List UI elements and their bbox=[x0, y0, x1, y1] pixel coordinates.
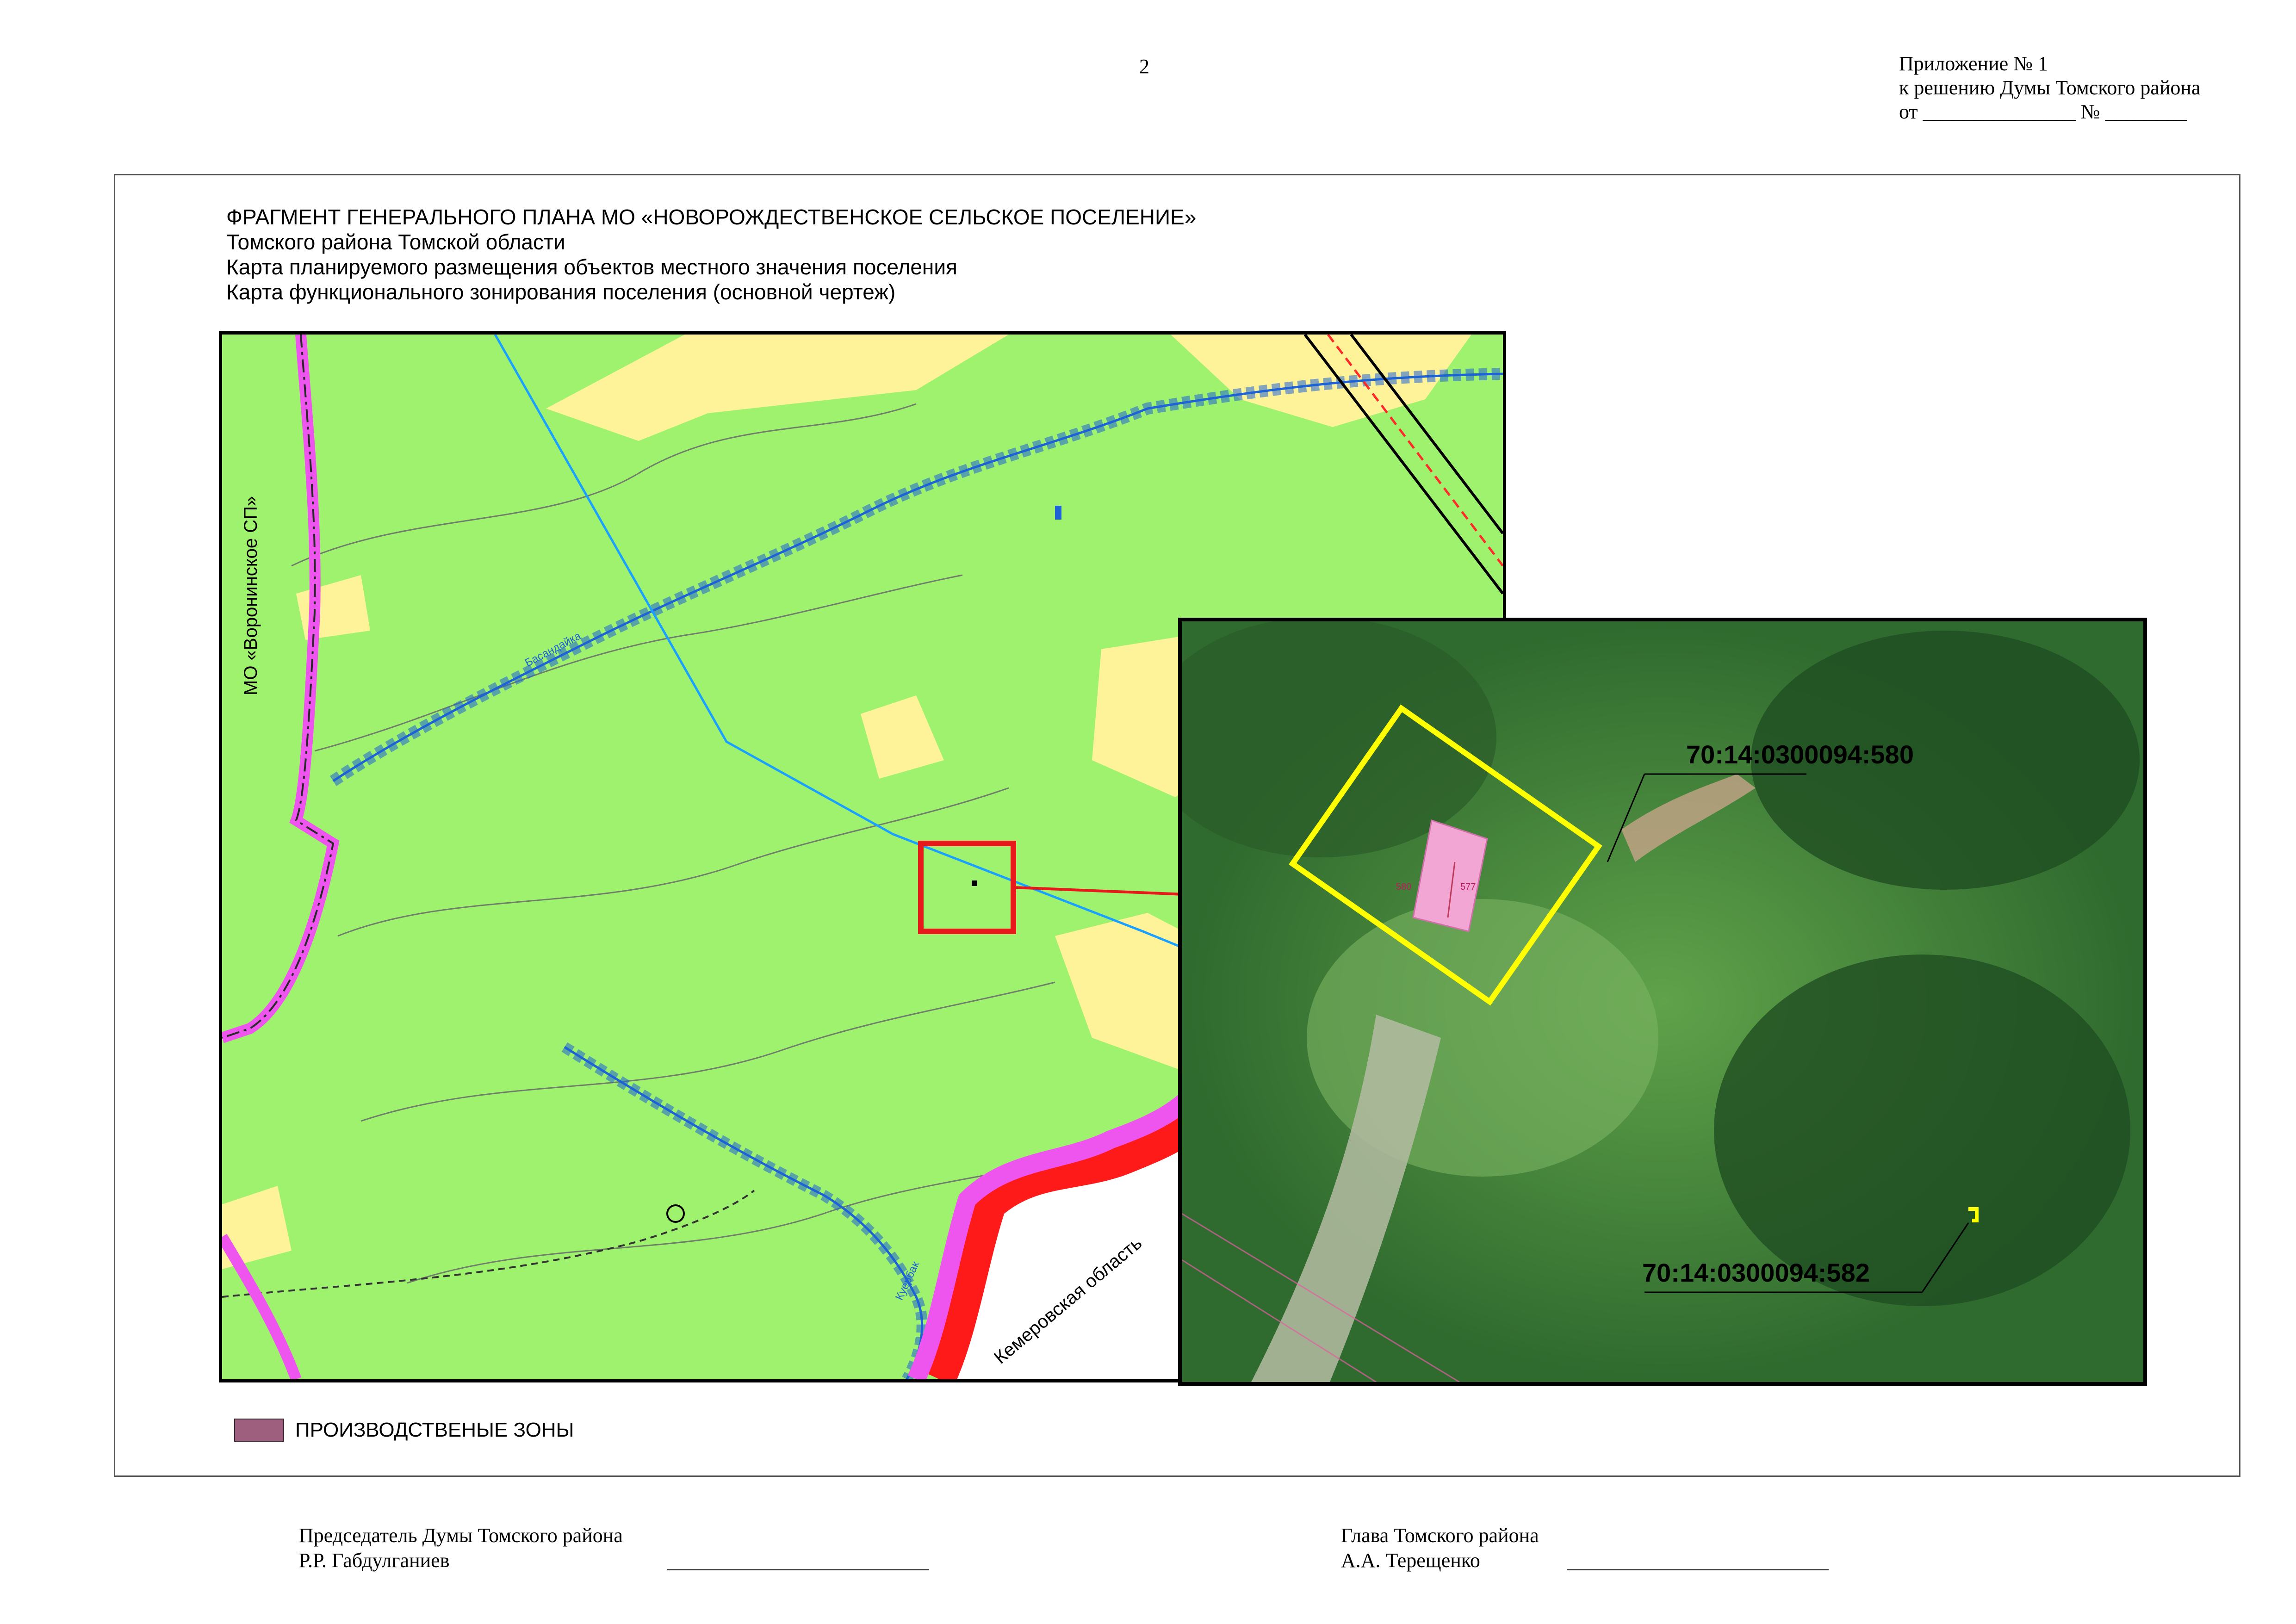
signature-left: Председатель Думы Томского района Р.Р. Г… bbox=[299, 1523, 623, 1573]
page-number: 2 bbox=[1139, 55, 1149, 78]
title-line-1: ФРАГМЕНТ ГЕНЕРАЛЬНОГО ПЛАНА МО «НОВОРОЖД… bbox=[226, 205, 1197, 229]
parcel-label-580: 70:14:0300094:580 bbox=[1686, 740, 1914, 769]
satellite-inset: 580 577 70:14:0300094:580 70:14:0300094:… bbox=[1178, 618, 2147, 1386]
title-line-2: Томского района Томской области bbox=[226, 230, 565, 254]
appendix-block: Приложение № 1 к решению Думы Томского р… bbox=[1899, 52, 2200, 124]
appendix-line-2: к решению Думы Томского района bbox=[1899, 76, 2201, 99]
neighbor-label: МО «Воронинское СП» bbox=[241, 496, 261, 695]
appendix-line-1: Приложение № 1 bbox=[1899, 52, 2048, 75]
building-label-580: 580 bbox=[1396, 882, 1412, 892]
signature-left-name: Р.Р. Габдулганиев bbox=[299, 1549, 450, 1572]
signature-right-name: А.А. Терещенко bbox=[1341, 1549, 1480, 1572]
signature-right-title: Глава Томского района bbox=[1341, 1524, 1539, 1547]
parcel-label-582: 70:14:0300094:582 bbox=[1642, 1258, 1870, 1287]
title-line-3: Карта планируемого размещения объектов м… bbox=[226, 255, 957, 279]
title-line-4: Карта функционального зонирования поселе… bbox=[226, 280, 896, 304]
signature-left-title: Председатель Думы Томского района bbox=[299, 1524, 623, 1547]
appendix-line-3: от _______________ № ________ bbox=[1899, 100, 2187, 123]
legend-label-industrial: ПРОИЗВОДСТВЕНЫЕ ЗОНЫ bbox=[295, 1419, 574, 1441]
signature-left-line bbox=[667, 1569, 929, 1570]
tree-cluster-3 bbox=[1714, 955, 2130, 1306]
legend-swatch-industrial bbox=[234, 1419, 284, 1442]
water-body bbox=[1055, 506, 1061, 520]
signature-right: Глава Томского района А.А. Терещенко bbox=[1341, 1523, 1539, 1573]
industrial-object bbox=[972, 880, 977, 886]
signature-right-line bbox=[1567, 1569, 1829, 1570]
building-label-577: 577 bbox=[1460, 882, 1476, 892]
title-block: ФРАГМЕНТ ГЕНЕРАЛЬНОГО ПЛАНА МО «НОВОРОЖД… bbox=[226, 205, 1196, 304]
